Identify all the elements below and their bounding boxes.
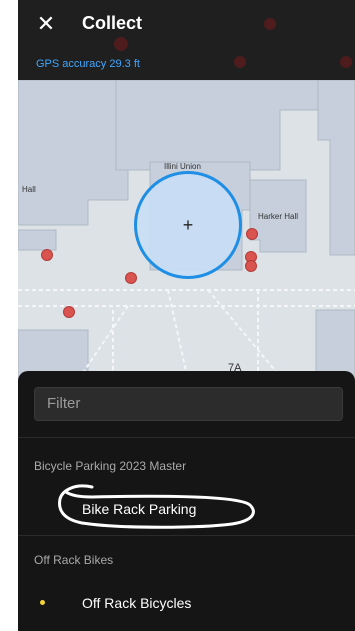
map-label-harker-hall: Harker Hall [258, 212, 299, 221]
off-rack-dot-icon [40, 600, 45, 605]
app-header: ✕ Collect GPS accuracy 29.3 ft [18, 0, 355, 80]
map-marker-header [234, 56, 246, 68]
group-header: Bicycle Parking 2023 Master [34, 459, 187, 473]
close-button[interactable]: ✕ [32, 10, 60, 38]
map-marker[interactable] [246, 228, 258, 240]
map-marker-header [264, 18, 276, 30]
close-icon: ✕ [36, 11, 56, 36]
list-item-off-rack-bicycles[interactable]: Off Rack Bicycles [82, 595, 191, 611]
page-title: Collect [82, 13, 143, 33]
list-item-bike-rack-parking[interactable]: Bike Rack Parking [82, 501, 196, 517]
map-view[interactable]: Illini Union Hall Harker Hall 7A + [18, 80, 355, 380]
template-picker-sheet: Filter Bicycle Parking 2023 Master Bike … [18, 371, 355, 631]
map-marker[interactable] [41, 249, 53, 261]
map-marker[interactable] [63, 306, 75, 318]
gps-accuracy-text: GPS accuracy 29.3 ft [36, 58, 140, 70]
crosshair-icon: + [182, 215, 194, 235]
map-label-hall: Hall [22, 185, 36, 194]
map-label-illini-union: Illini Union [164, 162, 201, 171]
map-marker-header [340, 56, 352, 68]
filter-input[interactable]: Filter [34, 387, 343, 421]
map-marker[interactable] [125, 272, 137, 284]
map-marker[interactable] [245, 260, 257, 272]
group-header: Off Rack Bikes [34, 553, 114, 567]
map-marker-header [114, 37, 128, 51]
divider [18, 437, 355, 438]
divider [18, 535, 355, 536]
screen: ✕ Collect GPS accuracy 29.3 ft Illini Un… [18, 0, 355, 631]
